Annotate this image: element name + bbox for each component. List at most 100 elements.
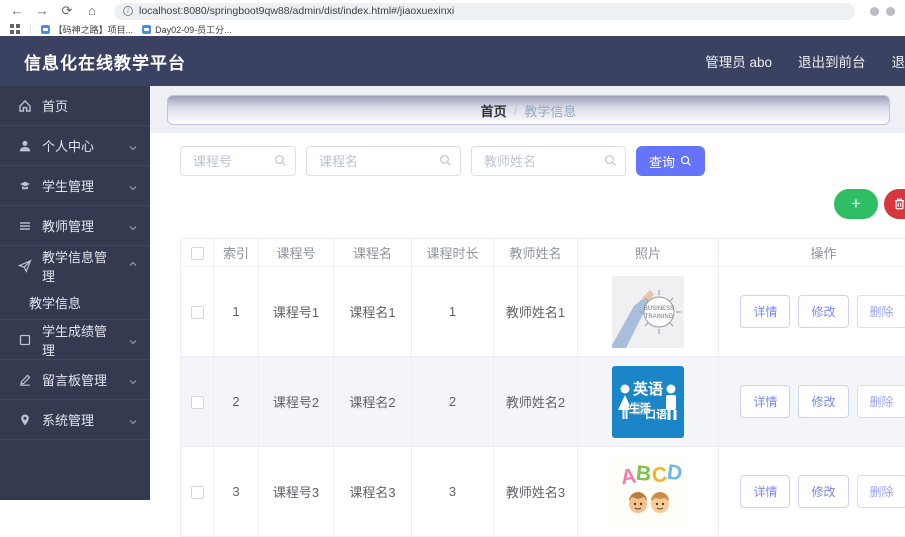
cell-course-name: 课程名3 — [334, 447, 412, 537]
sidebar-item-grades-management[interactable]: 学生成绩管理 — [0, 320, 150, 360]
select-all-checkbox[interactable] — [191, 247, 204, 260]
sidebar-item-teacher-management[interactable]: 教师管理 — [0, 206, 150, 246]
cell-duration: 2 — [412, 357, 494, 447]
delete-button[interactable]: 删除 — [857, 385, 905, 418]
search-row: 查询 — [180, 146, 905, 176]
sidebar-item-home[interactable]: 首页 — [0, 86, 150, 126]
row-checkbox[interactable] — [191, 306, 204, 319]
page-title: 信息化在线教学平台 — [24, 49, 186, 74]
exit-to-front-link[interactable]: 退出到前台 — [798, 51, 866, 71]
bookmark-item[interactable]: Day02-09-员工分... — [142, 23, 232, 36]
row-operations: 详情 修改 删除 — [719, 385, 905, 418]
extensions-icon[interactable] — [870, 7, 879, 16]
bookmark-label: 【码神之路】项目... — [54, 23, 134, 36]
search-field-teacher-name — [471, 146, 626, 176]
chevron-up-icon — [128, 261, 138, 271]
sidebar-item-student-management[interactable]: 学生管理 — [0, 166, 150, 206]
edit-button[interactable]: 修改 — [798, 295, 848, 328]
cell-teacher: 教师姓名2 — [494, 357, 578, 447]
breadcrumb-strip: 首页 / 教学信息 — [150, 86, 905, 133]
cell-index: 2 — [214, 357, 259, 447]
sidebar-item-label: 教师管理 — [42, 216, 118, 235]
svg-text:C: C — [651, 463, 668, 487]
courses-table: 索引 课程号 课程名 课程时长 教师姓名 照片 操作 1 课程号1 课程名1 1… — [180, 238, 905, 537]
search-field-course-name — [306, 146, 461, 176]
sidebar-item-teaching-info-management[interactable]: 教学信息管理 — [0, 246, 150, 286]
column-header-duration: 课程时长 — [412, 239, 494, 267]
chevron-down-icon — [128, 375, 138, 385]
bookmark-item[interactable]: 【码神之路】项目... — [41, 23, 134, 36]
sidebar-item-message-board-management[interactable]: 留言板管理 — [0, 360, 150, 400]
breadcrumb-current: 教学信息 — [524, 101, 576, 120]
admin-user-label[interactable]: 管理员 abo — [705, 51, 772, 71]
sidebar-item-personal-center[interactable]: 个人中心 — [0, 126, 150, 166]
address-bar[interactable]: i localhost:8080/springboot9qw88/admin/d… — [114, 3, 855, 20]
table-header-row: 索引 课程号 课程名 课程时长 教师姓名 照片 操作 — [181, 239, 905, 267]
browser-actions — [870, 7, 895, 16]
search-field-course-no — [180, 146, 296, 176]
detail-button[interactable]: 详情 — [740, 295, 790, 328]
edit-button[interactable]: 修改 — [798, 385, 848, 418]
header-links: 管理员 abo 退出到前台 退 — [705, 51, 905, 71]
column-header-teacher: 教师姓名 — [494, 239, 578, 267]
cell-index: 1 — [214, 267, 259, 357]
sidebar-subitem-teaching-info[interactable]: 教学信息 — [0, 286, 150, 320]
chevron-down-icon — [128, 181, 138, 191]
row-operations: 详情 修改 删除 — [719, 295, 905, 328]
delete-button[interactable]: 删除 — [857, 475, 905, 508]
logout-link[interactable]: 退 — [892, 51, 905, 71]
sidebar-item-label: 个人中心 — [42, 136, 118, 155]
column-header-operations: 操作 — [719, 239, 905, 267]
reload-icon[interactable]: ⟳ — [60, 0, 74, 22]
sidebar-item-system-management[interactable]: 系统管理 — [0, 400, 150, 440]
chevron-down-icon — [128, 141, 138, 151]
svg-text:D: D — [666, 460, 684, 485]
app-header: 信息化在线教学平台 管理员 abo 退出到前台 退 — [0, 36, 905, 86]
home-button-icon[interactable]: ⌂ — [85, 0, 99, 22]
query-button-label: 查询 — [649, 152, 675, 171]
delete-selected-button[interactable] — [884, 189, 905, 219]
svg-text:TRAINING: TRAINING — [645, 314, 674, 320]
row-operations: 详情 修改 删除 — [719, 475, 905, 508]
forward-icon[interactable]: → — [35, 0, 49, 22]
table-row: 1 课程号1 课程名1 1 教师姓名1 — [181, 267, 905, 357]
row-checkbox[interactable] — [191, 396, 204, 409]
svg-text:英语: 英语 — [633, 380, 663, 398]
sidebar-item-label: 首页 — [42, 96, 138, 115]
search-icon — [439, 154, 452, 172]
sidebar-item-label: 系统管理 — [42, 410, 118, 429]
back-icon[interactable]: ← — [10, 0, 24, 22]
course-name-input[interactable] — [306, 146, 461, 176]
search-icon — [680, 155, 692, 167]
table-row: 3 课程号3 课程名3 3 教师姓名3 A B C D — [181, 447, 905, 537]
svg-text:B: B — [635, 461, 652, 485]
trash-icon — [893, 197, 905, 211]
breadcrumb-home-link[interactable]: 首页 — [481, 101, 507, 120]
column-header-photo: 照片 — [578, 239, 719, 267]
row-checkbox[interactable] — [191, 486, 204, 499]
apps-grid-icon[interactable] — [10, 24, 20, 34]
svg-text:口语: 口语 — [645, 407, 667, 421]
main-content: 首页 / 教学信息 查询 + — [150, 86, 905, 500]
profile-icon[interactable] — [886, 7, 895, 16]
english-speaking-photo: 英语 生活 生活 口语 — [612, 366, 684, 438]
edit-button[interactable]: 修改 — [798, 475, 848, 508]
breadcrumb-separator: / — [514, 103, 518, 118]
sidebar: 首页 个人中心 学生管理 教师管理 教学信息管理 — [0, 86, 150, 500]
cell-course-no: 课程号2 — [259, 357, 334, 447]
cell-teacher: 教师姓名3 — [494, 447, 578, 537]
detail-button[interactable]: 详情 — [740, 475, 790, 508]
cell-course-no: 课程号3 — [259, 447, 334, 537]
detail-button[interactable]: 详情 — [740, 385, 790, 418]
add-button[interactable]: + — [834, 189, 878, 219]
delete-button[interactable]: 删除 — [857, 295, 905, 328]
svg-text:BUSINESS: BUSINESS — [644, 306, 674, 312]
site-info-icon[interactable]: i — [123, 6, 133, 16]
query-button[interactable]: 查询 — [636, 146, 705, 176]
sidebar-item-label: 学生管理 — [42, 176, 118, 195]
column-header-index: 索引 — [214, 239, 259, 267]
teacher-name-input[interactable] — [471, 146, 626, 176]
cell-index: 3 — [214, 447, 259, 537]
bookmark-favicon — [41, 25, 50, 34]
abcd-kids-photo: A B C D — [612, 456, 684, 528]
